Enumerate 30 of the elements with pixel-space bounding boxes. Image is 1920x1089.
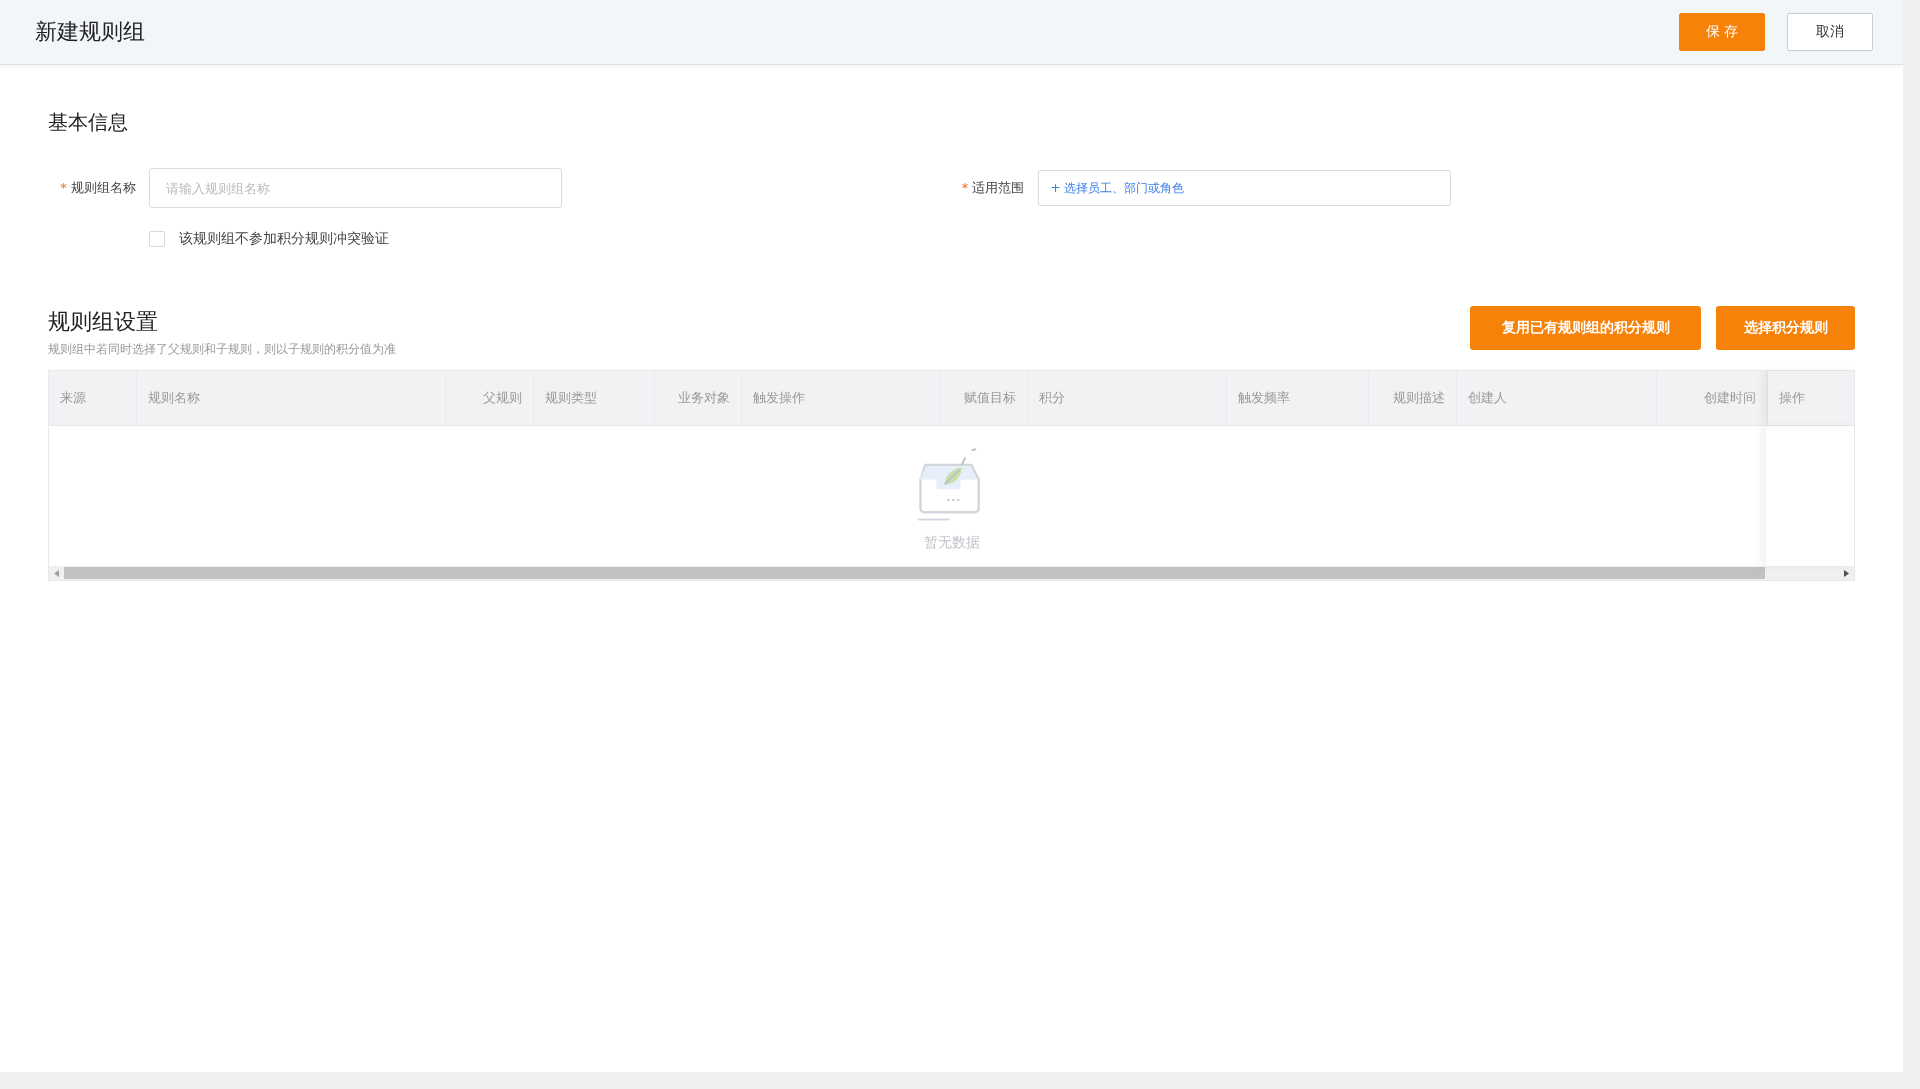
column-header: 规则描述	[1369, 371, 1457, 425]
rule-group-name-field[interactable]: 请输入规则组名称	[149, 168, 562, 208]
column-header: 赋值目标	[941, 371, 1028, 425]
column-header: 创建时间	[1657, 371, 1768, 425]
column-header: 创建人	[1457, 371, 1657, 425]
cancel-button[interactable]: 取消	[1787, 13, 1873, 51]
scroll-right-icon[interactable]	[1844, 569, 1849, 577]
column-header: 规则类型	[534, 371, 655, 425]
column-header: 操作	[1768, 371, 1854, 425]
section-heading: 基本信息	[48, 109, 129, 136]
checkbox-label: 该规则组不参加积分规则冲突验证	[179, 230, 389, 248]
checkbox[interactable]	[149, 231, 165, 247]
save-button[interactable]: 保 存	[1679, 13, 1765, 51]
select-rules-button[interactable]: 选择积分规则	[1716, 306, 1855, 350]
section-note: 规则组中若同时选择了父规则和子规则，则以子规则的积分值为准	[48, 341, 396, 358]
column-header: 父规则	[446, 371, 534, 425]
column-header: 来源	[49, 371, 137, 425]
section-heading: 规则组设置	[48, 308, 159, 336]
reuse-rules-button[interactable]: 复用已有规则组的积分规则	[1470, 306, 1701, 350]
field-label: * 规则组名称	[59, 179, 136, 197]
scroll-left-icon[interactable]	[54, 569, 59, 577]
column-header: 触发操作	[742, 371, 941, 425]
scope-picker-field[interactable]: + 选择员工、部门或角色	[1037, 170, 1451, 206]
column-header: 规则名称	[137, 371, 446, 425]
column-header: 业务对象	[655, 371, 742, 425]
field-label: * 适用范围	[960, 179, 1025, 197]
column-header: 触发频率	[1227, 371, 1369, 425]
column-header: 积分	[1028, 371, 1227, 425]
page-title: 新建规则组	[35, 18, 145, 46]
empty-state-text: 暂无数据	[923, 534, 980, 552]
